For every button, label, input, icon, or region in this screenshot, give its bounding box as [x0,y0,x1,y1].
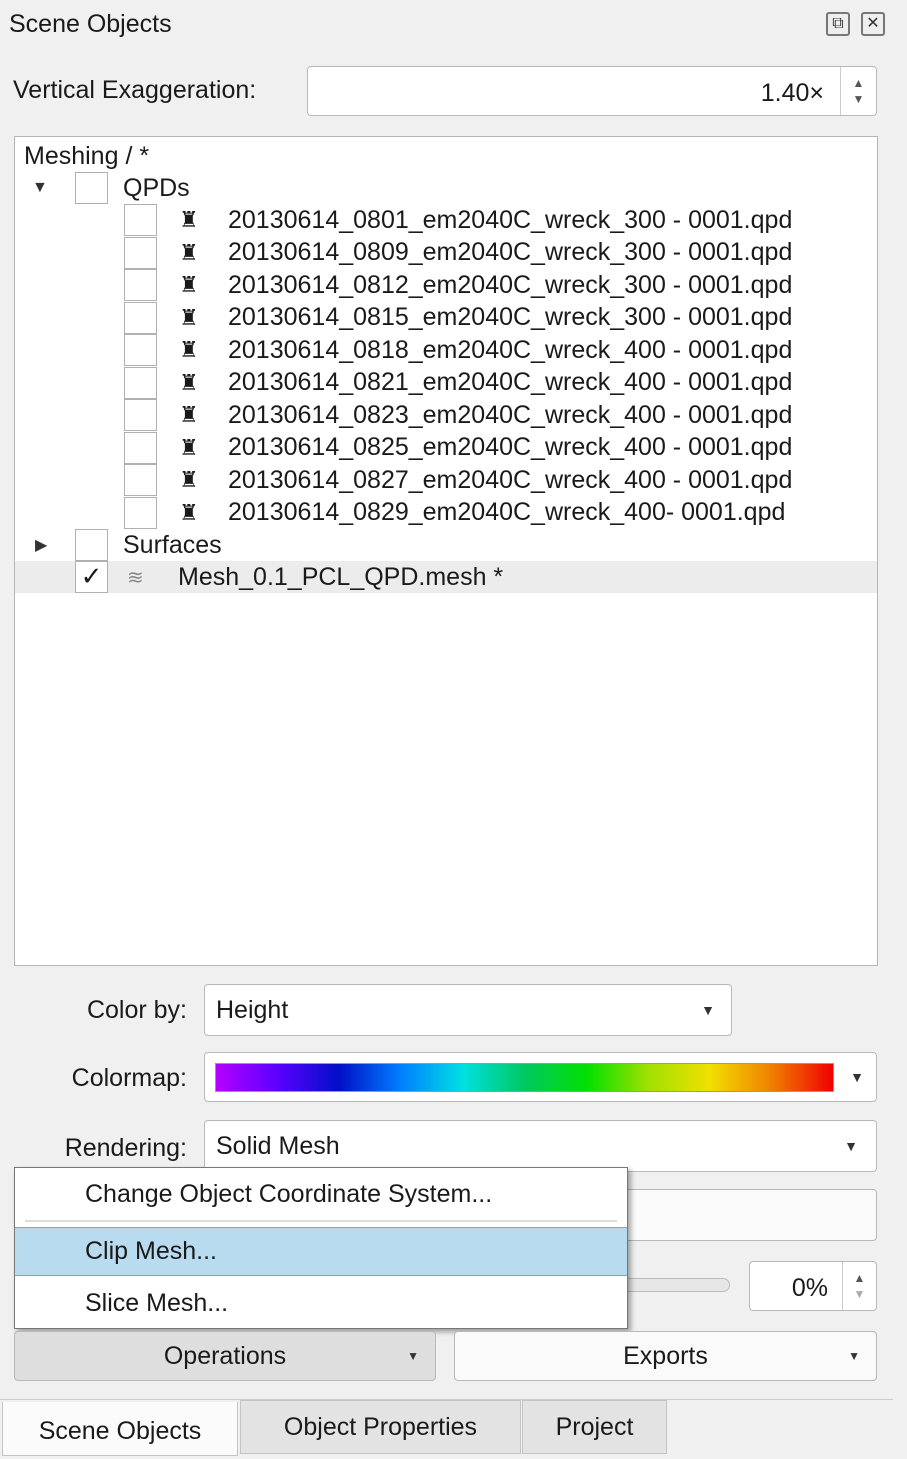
operations-label: Operations [163,1341,287,1370]
tree-item-qpd[interactable]: ♜ 20130614_0812_em2040C_wreck_300 - 0001.… [15,269,877,301]
checkbox[interactable] [124,366,157,399]
color-by-label: Color by: [86,996,187,1024]
tab-object-properties[interactable]: Object Properties [240,1400,521,1454]
menu-item-change-coordinate-system[interactable]: Change Object Coordinate System... [15,1168,627,1220]
colormap-select[interactable]: ▼ [204,1052,877,1102]
checkbox[interactable] [124,431,157,464]
checkbox[interactable] [124,204,157,236]
sonar-file-icon: ♜ [179,207,199,232]
tree-item-surfaces[interactable]: ▶ Surfaces [15,529,877,561]
tree-root: Meshing / * [24,141,150,170]
menu-item-slice-mesh[interactable]: Slice Mesh... [15,1278,627,1328]
checkbox[interactable] [75,172,108,204]
tree-item-label: 20130614_0821_em2040C_wreck_400 - 0001.q… [228,368,793,396]
chevron-down-icon: ▼ [407,1349,419,1363]
float-icon[interactable]: ⧉ [826,12,850,36]
panel-title: Scene Objects [9,10,172,38]
sonar-file-icon: ♜ [179,272,199,297]
close-icon[interactable]: ✕ [861,12,885,36]
checkbox[interactable] [124,269,157,301]
tab-scene-objects[interactable]: Scene Objects [2,1402,238,1456]
exports-label: Exports [623,1341,708,1370]
collapsed-arrow-icon[interactable]: ▶ [35,535,47,555]
vertical-exaggeration-value[interactable]: 1.40× [308,67,840,115]
tree-item-label: 20130614_0823_em2040C_wreck_400 - 0001.q… [228,400,793,429]
checkbox[interactable] [75,529,108,561]
sonar-file-icon: ♜ [179,337,199,362]
menu-item-clip-mesh[interactable]: Clip Mesh... [15,1227,627,1276]
vertical-exaggeration-spinbox[interactable]: 1.40× ▲ ▼ [307,66,877,116]
tree-item-label: Surfaces [123,530,222,559]
chevron-down-icon: ▼ [844,1138,858,1154]
sonar-file-icon: ♜ [179,369,199,395]
checkbox[interactable] [124,334,157,366]
sonar-file-icon: ♜ [179,434,199,460]
tree-item-label: 20130614_0801_em2040C_wreck_300 - 0001.q… [228,205,793,234]
checkbox[interactable] [124,301,157,334]
tree-item-qpd[interactable]: ♜ 20130614_0809_em2040C_wreck_300 - 0001.… [15,236,877,269]
sonar-file-icon: ♜ [179,402,199,427]
sonar-file-icon: ♜ [179,304,199,330]
tree-item-qpd[interactable]: ♜ 20130614_0821_em2040C_wreck_400 - 0001.… [15,366,877,399]
exports-button[interactable]: Exports ▼ [454,1331,877,1381]
color-by-value: Height [216,995,289,1024]
menu-separator [25,1220,617,1222]
spin-arrows-icon[interactable]: ▲ ▼ [842,1262,876,1310]
tree-item-label: 20130614_0825_em2040C_wreck_400 - 0001.q… [228,433,793,461]
tree-item-qpd[interactable]: ♜ 20130614_0823_em2040C_wreck_400 - 0001.… [15,399,877,431]
tab-project[interactable]: Project [522,1400,667,1454]
sonar-file-icon: ♜ [179,239,199,265]
sonar-file-icon: ♜ [179,499,199,525]
tree-item-qpd[interactable]: ♜ 20130614_0829_em2040C_wreck_400- 0001.q… [15,496,877,529]
transparency-spinbox[interactable]: 0% ▲ ▼ [749,1261,877,1311]
operations-button[interactable]: Operations ▼ [14,1331,436,1381]
colormap-gradient [215,1063,834,1092]
chevron-down-icon: ▼ [848,1349,860,1363]
checkbox[interactable] [124,496,157,529]
chevron-down-icon: ▼ [701,1002,715,1018]
checkbox[interactable] [124,236,157,269]
sonar-file-icon: ♜ [179,467,199,492]
tree-item-label: 20130614_0827_em2040C_wreck_400 - 0001.q… [228,465,793,494]
checkbox-checked[interactable]: ✓ [75,561,108,593]
scene-tree[interactable]: Meshing / * ▼ QPDs ♜ 20130614_0801_em2040… [14,136,878,966]
expanded-arrow-icon[interactable]: ▼ [32,179,48,197]
tree-item-label: 20130614_0809_em2040C_wreck_300 - 0001.q… [228,238,793,266]
spin-arrows-icon[interactable]: ▲ ▼ [840,67,876,115]
color-by-select[interactable]: Height ▼ [204,984,732,1036]
tree-item-qpd[interactable]: ♜ 20130614_0801_em2040C_wreck_300 - 0001.… [15,204,877,236]
chevron-down-icon: ▼ [850,1069,864,1085]
tree-item-qpd[interactable]: ♜ 20130614_0827_em2040C_wreck_400 - 0001.… [15,464,877,496]
rendering-select[interactable]: Solid Mesh ▼ [204,1120,877,1172]
checkbox[interactable] [124,399,157,431]
tree-item-label: 20130614_0815_em2040C_wreck_300 - 0001.q… [228,303,793,331]
tree-item-qpd[interactable]: ♜ 20130614_0818_em2040C_wreck_400 - 0001.… [15,334,877,366]
tree-item-label: 20130614_0812_em2040C_wreck_300 - 0001.q… [228,270,793,299]
tree-item-label: 20130614_0818_em2040C_wreck_400 - 0001.q… [228,335,793,364]
tree-item-label: Mesh_0.1_PCL_QPD.mesh * [178,562,504,591]
tree-item-qpds[interactable]: ▼ QPDs [15,172,877,204]
rendering-label: Rendering: [64,1134,187,1162]
operations-menu: Change Object Coordinate System... Clip … [14,1167,628,1329]
tree-item-mesh[interactable]: ✓ ≋ Mesh_0.1_PCL_QPD.mesh * [15,561,877,593]
mesh-icon: ≋ [127,566,144,589]
tree-item-label: QPDs [123,173,190,202]
tree-item-qpd[interactable]: ♜ 20130614_0825_em2040C_wreck_400 - 0001.… [15,431,877,464]
rendering-value: Solid Mesh [216,1131,340,1160]
transparency-value[interactable]: 0% [750,1262,842,1310]
tree-item-label: 20130614_0829_em2040C_wreck_400- 0001.qp… [228,498,786,526]
checkbox[interactable] [124,464,157,496]
colormap-label: Colormap: [71,1064,187,1092]
vertical-exaggeration-label: Vertical Exaggeration: [13,76,257,104]
tree-item-qpd[interactable]: ♜ 20130614_0815_em2040C_wreck_300 - 0001.… [15,301,877,334]
